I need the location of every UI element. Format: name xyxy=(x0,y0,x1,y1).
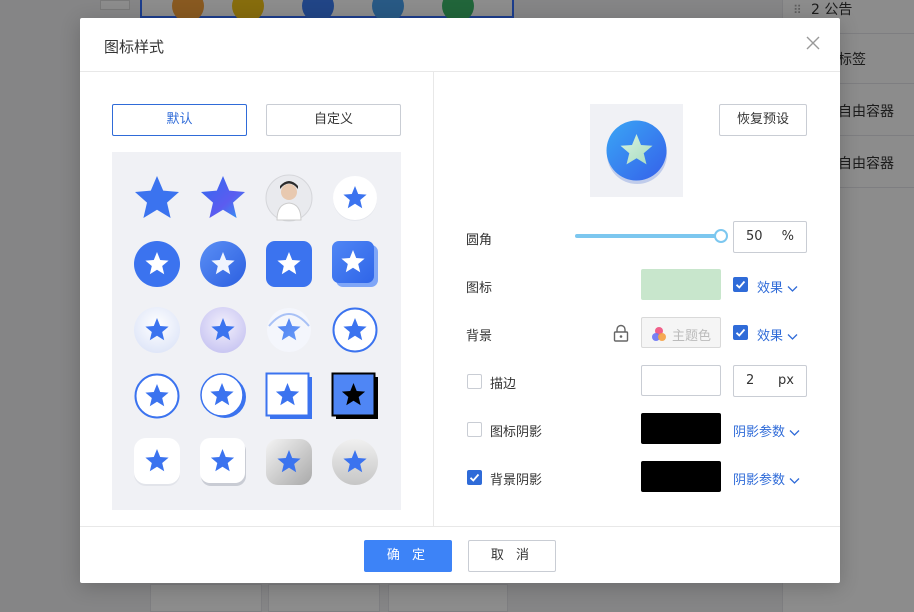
star-preview-icon xyxy=(606,120,667,184)
icon-style-star-flat[interactable] xyxy=(133,174,181,222)
icon-style-star-in-outline-square[interactable] xyxy=(265,372,313,420)
check-icon xyxy=(735,280,746,289)
star-icon xyxy=(332,439,378,485)
radius-slider-handle[interactable] xyxy=(714,229,728,243)
theme-color-button[interactable]: 主题色 xyxy=(641,317,721,348)
icon-effect-label: 效果 xyxy=(757,281,784,296)
dialog-header: 图标样式 xyxy=(80,18,840,72)
background-shadow-checkbox[interactable] xyxy=(467,470,482,485)
dialog-footer xyxy=(80,526,840,583)
icon-style-star-in-blue-circle[interactable] xyxy=(133,240,181,288)
icon-style-star-in-white-circle[interactable] xyxy=(331,174,379,222)
stroke-checkbox[interactable] xyxy=(467,374,482,389)
star-icon xyxy=(333,176,377,221)
icon-shadow-label: 图标阴影 xyxy=(490,425,543,440)
avatar-photo-icon xyxy=(265,174,313,222)
close-icon xyxy=(806,36,820,50)
confirm-button[interactable]: 确 定 xyxy=(364,540,452,572)
star-icon xyxy=(134,307,180,353)
background-effect-checkbox[interactable] xyxy=(733,325,748,340)
star-icon xyxy=(200,438,246,486)
chevron-down-icon xyxy=(789,477,800,484)
radius-value: 50 xyxy=(746,229,763,244)
chevron-down-icon xyxy=(787,285,798,292)
stroke-width-input[interactable]: 2 px xyxy=(733,365,807,397)
icon-style-avatar-photo[interactable] xyxy=(265,174,313,222)
icon-color-swatch[interactable] xyxy=(641,269,721,300)
icon-effect-checkbox[interactable] xyxy=(733,277,748,292)
icon-style-star-in-grey-rounded-square[interactable] xyxy=(265,438,313,486)
close-button[interactable] xyxy=(804,34,822,52)
star-icon xyxy=(200,307,246,353)
radius-unit: % xyxy=(781,229,794,244)
check-icon xyxy=(735,328,746,337)
icon-shadow-checkbox[interactable] xyxy=(467,422,482,437)
panel-divider xyxy=(433,72,434,526)
cancel-button[interactable]: 取 消 xyxy=(468,540,556,572)
stroke-color-swatch[interactable] xyxy=(641,365,721,396)
icon-style-star-in-outline-circle-shadow[interactable] xyxy=(199,372,247,420)
stroke-width-value: 2 xyxy=(746,373,755,388)
chevron-down-icon xyxy=(789,429,800,436)
reset-preset-button[interactable]: 恢复预设 xyxy=(719,104,807,136)
star-icon xyxy=(332,241,378,287)
icon-color-label: 图标 xyxy=(466,281,493,296)
background-shadow-params-dropdown[interactable]: 阴影参数 xyxy=(733,469,800,488)
icon-style-star-in-square-3d[interactable] xyxy=(331,240,379,288)
icon-style-star-in-lavender-circle[interactable] xyxy=(199,306,247,354)
background-shadow-label: 背景阴影 xyxy=(490,473,543,488)
icon-effect-dropdown[interactable]: 效果 xyxy=(757,277,798,296)
icon-style-star-in-blue-square[interactable] xyxy=(265,240,313,288)
tab-custom[interactable]: 自定义 xyxy=(266,104,401,136)
star-icon xyxy=(200,373,246,418)
icon-shadow-params-label: 阴影参数 xyxy=(733,425,786,440)
icon-preview xyxy=(590,104,683,197)
star-icon xyxy=(265,372,312,419)
icon-shadow-color-swatch[interactable] xyxy=(641,413,721,444)
star-icon xyxy=(266,439,312,485)
icon-style-grid xyxy=(112,152,401,510)
icon-style-star-in-glow-circle[interactable] xyxy=(265,306,313,354)
star-icon xyxy=(331,372,378,419)
star-icon xyxy=(201,176,245,218)
palette-icon xyxy=(652,327,666,341)
background-shadow-params-label: 阴影参数 xyxy=(733,473,786,488)
star-icon xyxy=(266,241,312,287)
radius-input[interactable]: 50 % xyxy=(733,221,807,253)
icon-style-star-in-outline-circle[interactable] xyxy=(331,306,379,354)
chevron-down-icon xyxy=(787,333,798,340)
icon-style-star-in-soft-circle[interactable] xyxy=(133,306,181,354)
icon-style-star-in-white-rounded-square[interactable] xyxy=(133,438,181,486)
star-icon xyxy=(134,438,180,486)
radius-slider-track[interactable] xyxy=(575,234,721,238)
icon-style-star-in-white-rounded-square-shadow[interactable] xyxy=(199,438,247,486)
star-icon xyxy=(134,241,180,287)
icon-style-star-in-outline-circle-thick[interactable] xyxy=(133,372,181,420)
star-icon xyxy=(135,176,179,218)
background-shadow-color-swatch[interactable] xyxy=(641,461,721,492)
stroke-label: 描边 xyxy=(490,377,517,392)
background-effect-dropdown[interactable]: 效果 xyxy=(757,325,798,344)
icon-style-black-star-in-square[interactable] xyxy=(331,372,379,420)
icon-style-star-in-gradient-circle[interactable] xyxy=(199,240,247,288)
check-icon xyxy=(469,473,480,482)
icon-style-dialog: 图标样式 默认 自定义 恢复预设 圆角 50 % 图标 效果 背景 主题色 效果… xyxy=(80,18,840,583)
lock-icon[interactable] xyxy=(613,324,629,342)
stroke-width-unit: px xyxy=(778,373,794,388)
icon-shadow-params-dropdown[interactable]: 阴影参数 xyxy=(733,421,800,440)
star-icon xyxy=(332,307,378,353)
theme-color-label: 主题色 xyxy=(672,329,712,344)
radius-label: 圆角 xyxy=(466,233,493,248)
background-label: 背景 xyxy=(466,329,493,344)
icon-style-star-gradient[interactable] xyxy=(199,174,247,222)
background-effect-label: 效果 xyxy=(757,329,784,344)
dialog-title: 图标样式 xyxy=(104,38,165,56)
star-icon xyxy=(134,373,180,419)
icon-style-star-in-grey-circle[interactable] xyxy=(331,438,379,486)
star-icon xyxy=(267,308,311,352)
star-icon xyxy=(200,241,246,287)
tab-default[interactable]: 默认 xyxy=(112,104,247,136)
